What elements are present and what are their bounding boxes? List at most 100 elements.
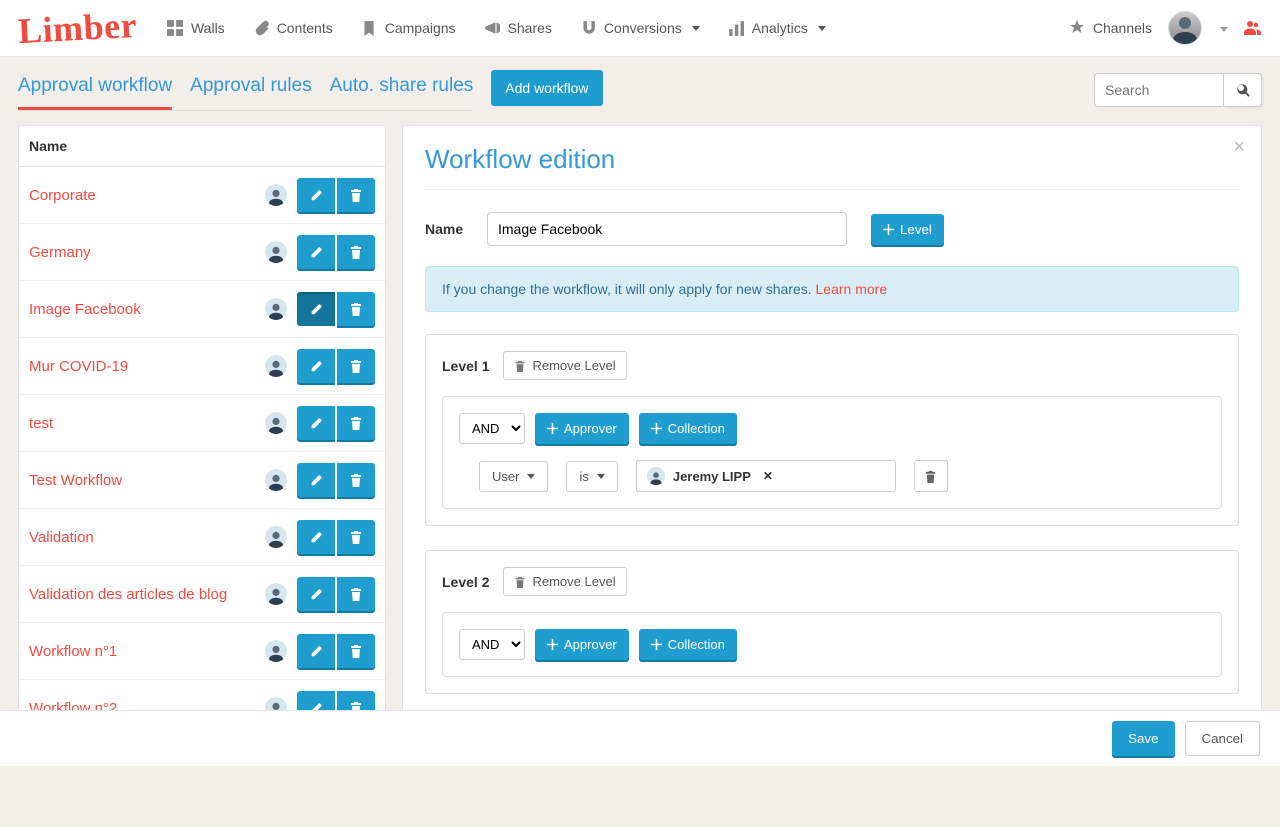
nav-analytics[interactable]: Analytics [728, 20, 826, 36]
condition-field-dropdown[interactable]: User [479, 461, 548, 492]
nav-label: Analytics [752, 20, 808, 36]
dropdown-label: is [579, 469, 588, 484]
search [1094, 73, 1262, 107]
workflow-name-link[interactable]: Workflow n°1 [29, 643, 265, 660]
user-chip[interactable]: Jeremy LIPP ✕ [636, 460, 896, 492]
delete-button[interactable] [337, 406, 375, 440]
rule-card: AND Approver Collection User is Jeremy L… [442, 396, 1222, 509]
author-avatar [265, 412, 287, 434]
add-collection-button[interactable]: Collection [639, 413, 737, 444]
trash-icon [349, 644, 363, 658]
chart-icon [728, 20, 744, 36]
nav-label: Campaigns [385, 20, 456, 36]
person-icon [1170, 14, 1200, 44]
add-approver-button[interactable]: Approver [535, 413, 629, 444]
delete-button[interactable] [337, 178, 375, 212]
pencil-icon [309, 302, 323, 316]
workflow-name-link[interactable]: Mur COVID-19 [29, 358, 265, 375]
nav-label: Shares [508, 20, 552, 36]
edit-button[interactable] [297, 235, 335, 269]
close-button[interactable]: × [1233, 136, 1245, 159]
nav-walls[interactable]: Walls [167, 20, 225, 36]
delete-button[interactable] [337, 349, 375, 383]
edit-button[interactable] [297, 577, 335, 611]
delete-button[interactable] [337, 463, 375, 497]
tab-auto-share-rules[interactable]: Auto. share rules [330, 69, 474, 110]
logic-select[interactable]: AND [459, 413, 525, 444]
search-icon [1236, 83, 1250, 97]
author-avatar [265, 184, 287, 206]
learn-more-link[interactable]: Learn more [816, 281, 888, 297]
workflow-name-link[interactable]: Image Facebook [29, 301, 265, 318]
nav-label: Channels [1093, 20, 1152, 36]
add-collection-button[interactable]: Collection [639, 629, 737, 660]
workflow-name-link[interactable]: Validation des articles de blog [29, 586, 265, 603]
remove-level-button[interactable]: Remove Level [503, 351, 626, 380]
save-button[interactable]: Save [1112, 721, 1174, 756]
delete-button[interactable] [337, 634, 375, 668]
search-input[interactable] [1094, 73, 1224, 107]
tab-approval-workflow[interactable]: Approval workflow [18, 69, 172, 110]
tab-approval-rules[interactable]: Approval rules [190, 69, 311, 110]
workflow-name-link[interactable]: Corporate [29, 187, 265, 204]
person-icon [267, 302, 285, 320]
user-avatar-small [647, 467, 665, 485]
clip-icon [253, 20, 269, 36]
workflow-name-link[interactable]: Validation [29, 529, 265, 546]
caret-down-icon [692, 26, 700, 31]
person-icon [267, 473, 285, 491]
author-avatar [265, 469, 287, 491]
nav-shares[interactable]: Shares [484, 20, 552, 36]
add-workflow-button[interactable]: Add workflow [491, 70, 602, 106]
cancel-button[interactable]: Cancel [1185, 721, 1261, 756]
edit-button[interactable] [297, 178, 335, 212]
team-users-button[interactable] [1244, 18, 1262, 39]
delete-button[interactable] [337, 577, 375, 611]
edit-button[interactable] [297, 406, 335, 440]
delete-button[interactable] [337, 520, 375, 554]
workflow-name-link[interactable]: Test Workflow [29, 472, 265, 489]
workflow-row: Validation [19, 509, 385, 566]
add-level-button[interactable]: Level [871, 214, 944, 245]
remove-user-button[interactable]: ✕ [763, 469, 773, 483]
workflow-list: Name Corporate Germany Image Facebook Mu… [18, 125, 386, 737]
nav-channels[interactable]: Channels [1069, 20, 1152, 36]
trash-icon [349, 473, 363, 487]
brand-logo[interactable]: Limber [17, 4, 138, 52]
info-banner: If you change the workflow, it will only… [425, 266, 1239, 312]
workflow-row: Germany [19, 224, 385, 281]
edit-button[interactable] [297, 292, 335, 326]
workflow-name-link[interactable]: Germany [29, 244, 265, 261]
pencil-icon [309, 473, 323, 487]
nav-contents[interactable]: Contents [253, 20, 333, 36]
edit-button[interactable] [297, 463, 335, 497]
author-avatar [265, 241, 287, 263]
edit-button[interactable] [297, 520, 335, 554]
delete-condition-button[interactable] [914, 460, 948, 492]
add-approver-button[interactable]: Approver [535, 629, 629, 660]
user-menu-caret[interactable] [1218, 20, 1228, 36]
person-icon [267, 245, 285, 263]
delete-button[interactable] [337, 235, 375, 269]
button-label: Collection [668, 637, 725, 652]
workflow-name-link[interactable]: test [29, 415, 265, 432]
workflow-row: Workflow n°1 [19, 623, 385, 680]
trash-icon [349, 587, 363, 601]
trash-icon [514, 360, 526, 372]
edit-button[interactable] [297, 634, 335, 668]
remove-level-button[interactable]: Remove Level [503, 567, 626, 596]
nav-label: Conversions [604, 20, 682, 36]
edit-button[interactable] [297, 349, 335, 383]
button-label: Approver [564, 421, 617, 436]
user-name: Jeremy LIPP [673, 469, 751, 484]
search-button[interactable] [1224, 73, 1262, 107]
logic-select[interactable]: AND [459, 629, 525, 660]
nav-campaigns[interactable]: Campaigns [361, 20, 456, 36]
editor-title: Workflow edition [425, 144, 1239, 190]
condition-op-dropdown[interactable]: is [566, 461, 617, 492]
delete-button[interactable] [337, 292, 375, 326]
nav-conversions[interactable]: Conversions [580, 20, 700, 36]
plus-icon [651, 423, 662, 434]
workflow-name-input[interactable] [487, 212, 847, 246]
user-avatar[interactable] [1168, 11, 1202, 45]
